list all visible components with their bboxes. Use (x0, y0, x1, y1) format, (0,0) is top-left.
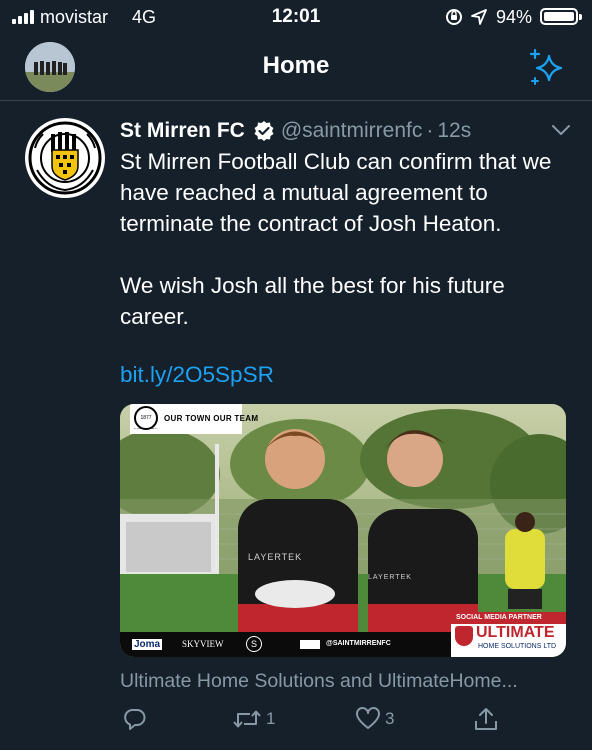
like-button[interactable]: 3 (355, 706, 394, 732)
author-handle[interactable]: @saintmirrenfc (281, 119, 423, 143)
reply-icon (124, 709, 146, 730)
tweet-text-paragraph: St Mirren Football Club can confirm that… (120, 149, 552, 236)
sparkle-icon[interactable] (527, 48, 567, 88)
battery-percentage: 94% (496, 7, 533, 27)
heart-icon (356, 707, 380, 729)
tweet-author-avatar[interactable] (25, 118, 105, 198)
tweet-text-paragraph: We wish Josh all the best for his future… (120, 273, 505, 329)
share-button[interactable] (473, 706, 499, 732)
author-name[interactable]: St Mirren FC (120, 119, 245, 143)
link-card-caption[interactable]: Ultimate Home Solutions and UltimateHome… (120, 670, 518, 693)
tweet-action-bar: 1 3 (0, 706, 592, 742)
status-bar: movistar 4G 12:01 94% (0, 0, 592, 36)
social-icons (300, 640, 320, 649)
media-logo-year: 1877 (140, 415, 152, 421)
like-count: 3 (385, 709, 395, 728)
club-crest-icon (27, 120, 103, 196)
separator-dot: · (426, 119, 434, 142)
media-tagline: OUR TOWN OUR TEAM (164, 414, 259, 423)
sponsor-logo-s: S (246, 636, 262, 652)
tweet-timestamp: 12s (437, 119, 472, 142)
reply-button[interactable] (122, 706, 152, 732)
shirt-sponsor-text: LAYERTEK (248, 552, 303, 562)
page-title: Home (262, 52, 330, 79)
share-icon (475, 708, 497, 730)
top-nav-bar: Home (0, 36, 592, 101)
sponsor-logo-joma: Joma (132, 639, 163, 650)
retweet-count: 1 (266, 709, 276, 728)
verified-badge-icon (254, 121, 274, 141)
location-icon (471, 9, 487, 25)
media-social-handle: @SAINTMIRRENFC (326, 640, 391, 647)
tweet-media-image[interactable]: 1877 ST MIRREN FOOTBALL CLUB OUR TOWN OU… (120, 404, 566, 657)
partner-shield-icon (455, 626, 473, 646)
partner-name: ULTIMATE (476, 624, 555, 641)
rotation-lock-icon (446, 9, 462, 25)
retweet-button[interactable]: 1 (232, 706, 275, 732)
tweet-header: St Mirren FC @saintmirrenfc · 12s (120, 119, 471, 143)
chevron-down-icon[interactable] (550, 122, 572, 138)
tweet-text: St Mirren Football Club can confirm that… (120, 146, 570, 332)
tweet-link[interactable]: bit.ly/2O5SpSR (120, 362, 274, 388)
shirt-sponsor-text-2: LAYERTEK (368, 574, 412, 581)
retweet-icon (233, 710, 261, 728)
partner-subtitle: HOME SOLUTIONS LTD (478, 643, 557, 650)
battery-icon (540, 8, 582, 25)
sponsor-logo-skyview: SKYVIEW (182, 639, 224, 649)
media-logo-text: ST MIRREN FOOTBALL CLUB (134, 428, 158, 430)
media-club-logo: 1877 (134, 406, 158, 430)
partner-label: SOCIAL MEDIA PARTNER (456, 614, 542, 621)
